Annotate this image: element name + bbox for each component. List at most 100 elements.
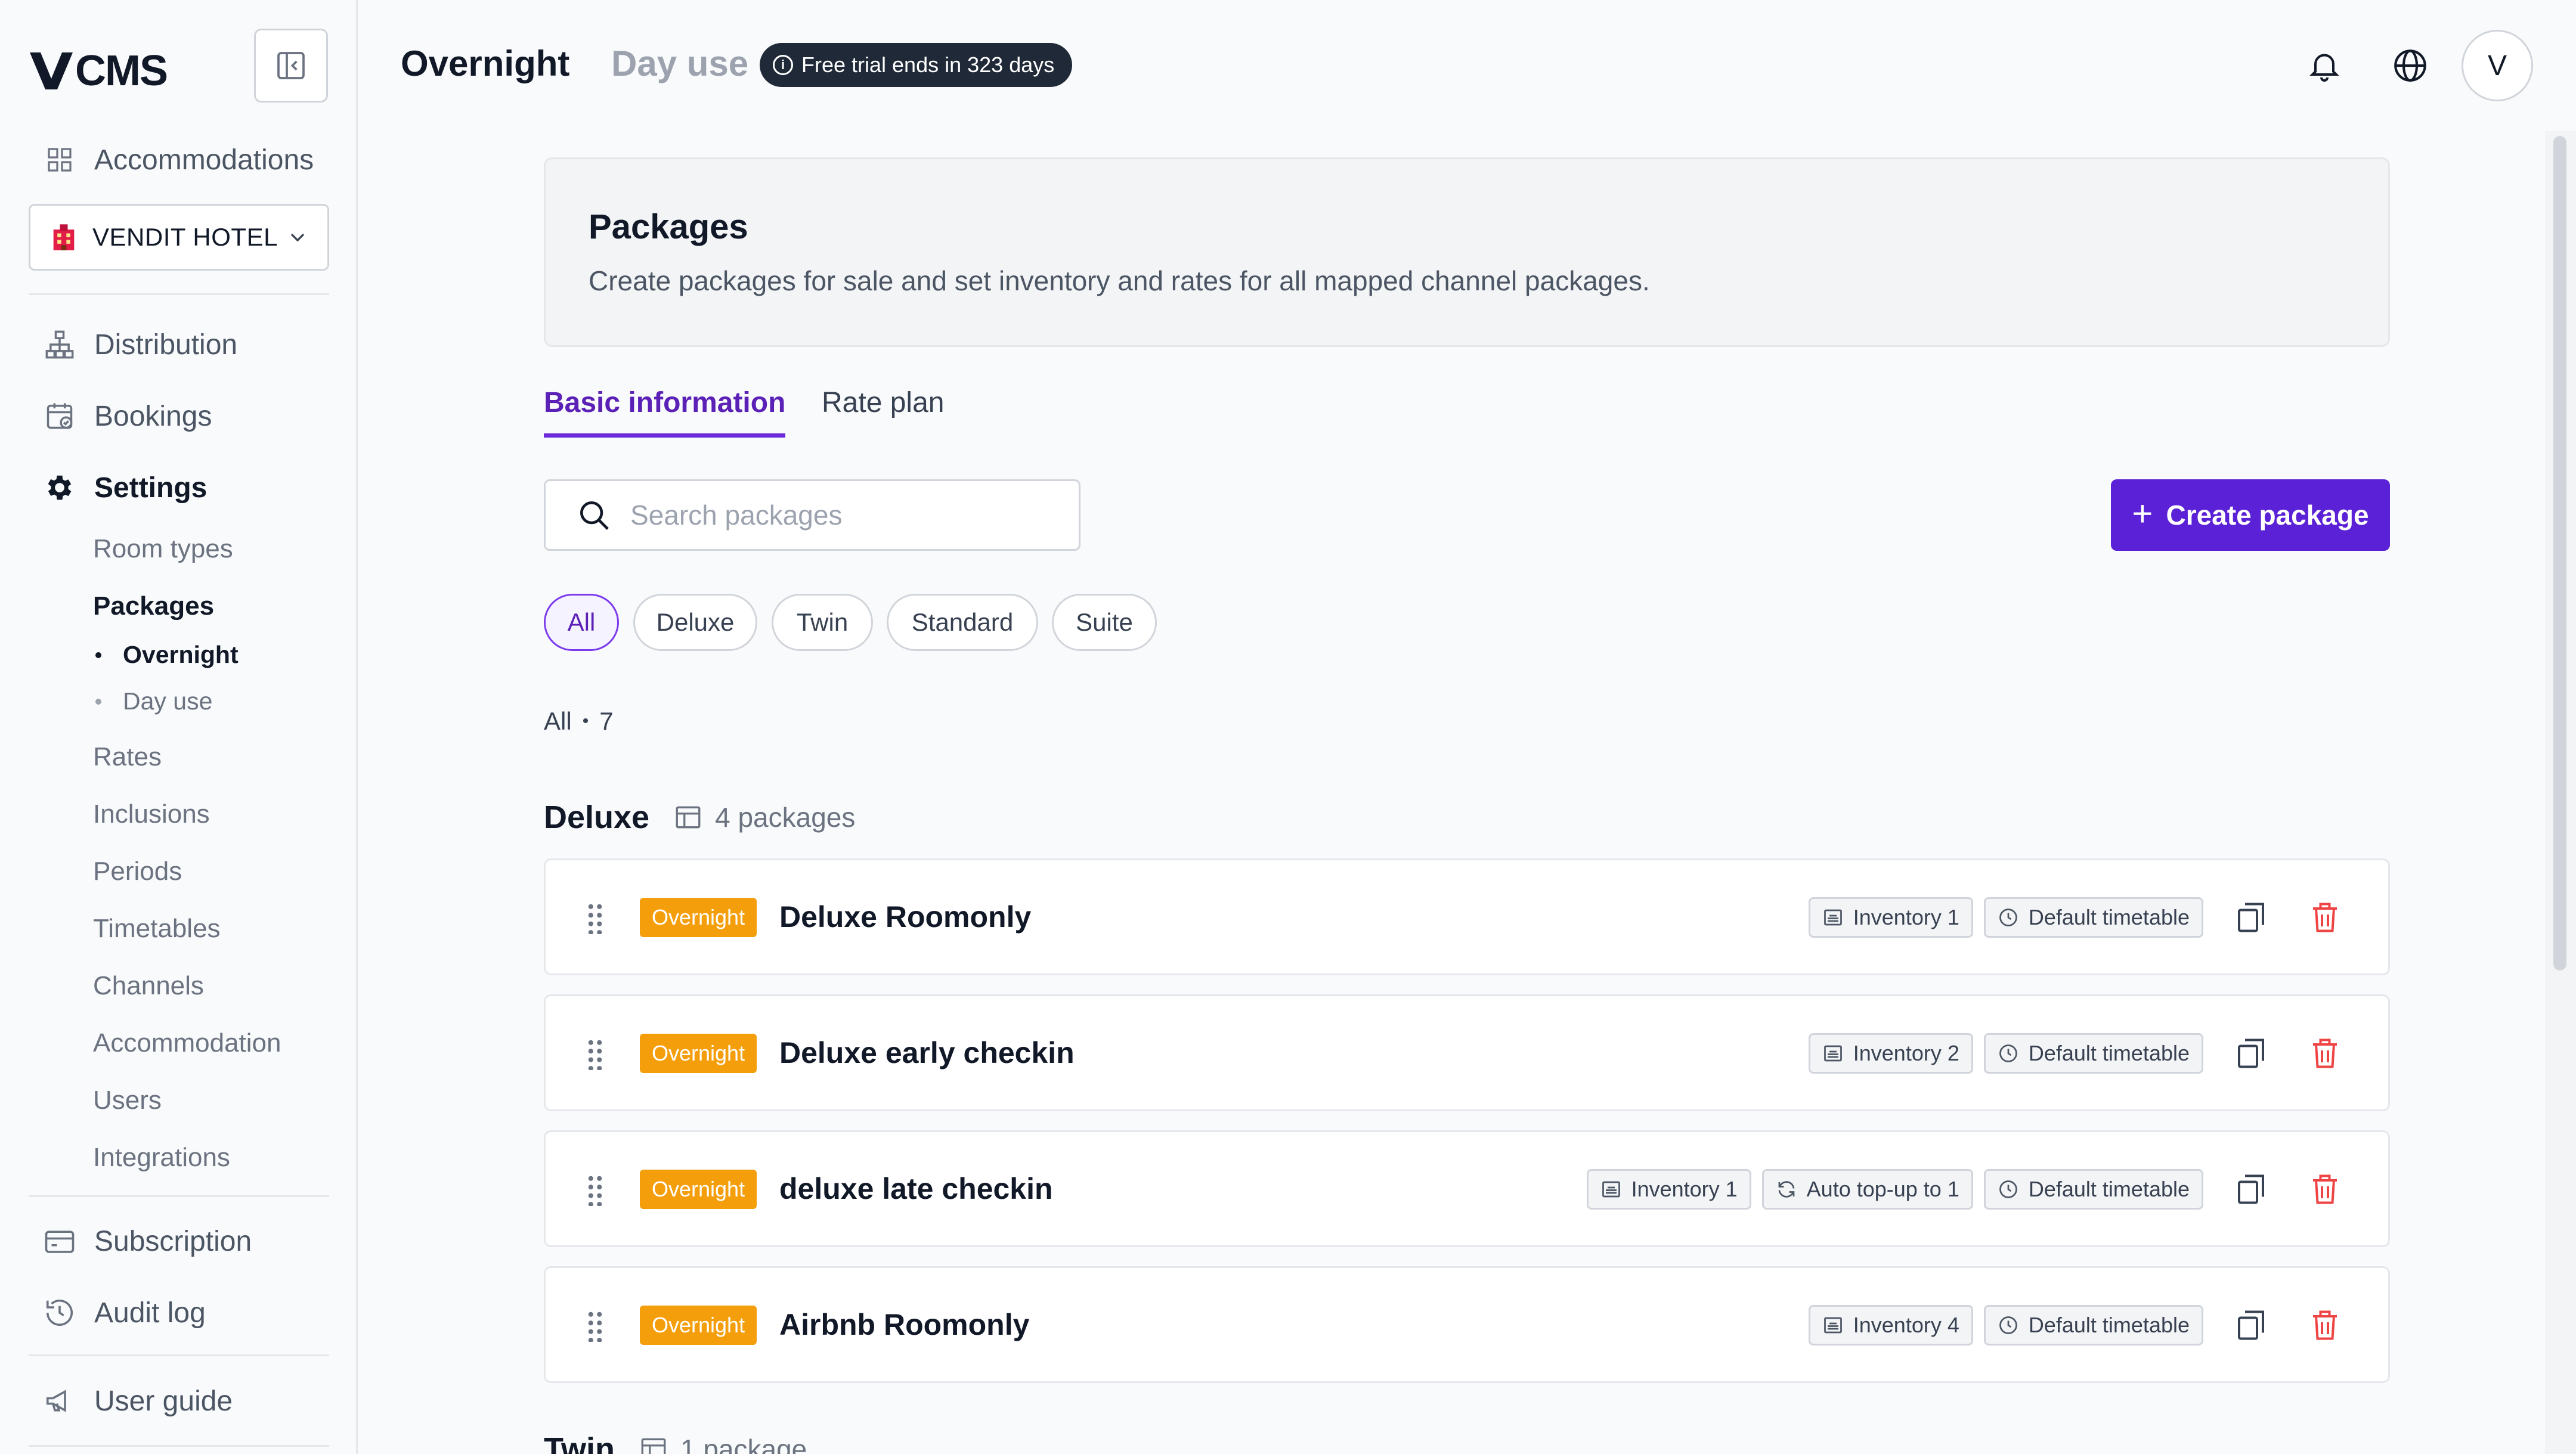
- gear-icon: [42, 470, 78, 506]
- tab-rate-plan[interactable]: Rate plan: [822, 386, 944, 419]
- settings-room-types[interactable]: Room types: [93, 534, 233, 564]
- copy-icon[interactable]: [2233, 1171, 2269, 1207]
- nav-user-guide-label: User guide: [94, 1385, 233, 1417]
- app-logo[interactable]: CMS: [30, 46, 168, 95]
- package-row[interactable]: Overnight deluxe late checkin Inventory …: [544, 1130, 2390, 1247]
- sidebar-divider: [29, 1195, 329, 1197]
- nav-accommodations-label: Accommodations: [94, 144, 314, 176]
- avatar[interactable]: V: [2462, 30, 2533, 101]
- packages-overnight-label: Overnight: [123, 641, 239, 668]
- settings-periods[interactable]: Periods: [93, 857, 182, 886]
- tab-basic-information[interactable]: Basic information: [544, 386, 786, 438]
- package-row[interactable]: Overnight Deluxe early checkin Inventory…: [544, 994, 2390, 1111]
- notifications-button[interactable]: [2301, 42, 2348, 89]
- copy-icon[interactable]: [2233, 1036, 2269, 1071]
- inventory-tag: Inventory 1: [1808, 897, 1973, 938]
- settings-users[interactable]: Users: [93, 1086, 162, 1115]
- timetable-tag: Default timetable: [1983, 897, 2203, 938]
- type-badge: Overnight: [640, 1170, 757, 1209]
- packages-day-use[interactable]: Day use: [95, 687, 212, 715]
- credit-card-icon: [42, 1223, 78, 1259]
- scrollbar-thumb[interactable]: [2553, 136, 2566, 971]
- bullet: [95, 652, 101, 658]
- language-button[interactable]: [2386, 42, 2434, 89]
- trash-icon[interactable]: [2307, 1171, 2343, 1207]
- trial-badge-text: Free trial ends in 323 days: [801, 52, 1055, 77]
- nav-user-guide[interactable]: User guide: [42, 1383, 233, 1419]
- count-value: 7: [599, 707, 614, 735]
- package-tags: Inventory 1 Auto top-up to 1 Default tim…: [1586, 1169, 2203, 1210]
- bed-icon: [1823, 1317, 1842, 1334]
- auto-topup-tag-label: Auto top-up to 1: [1806, 1177, 1959, 1201]
- packages-overnight[interactable]: Overnight: [95, 641, 239, 669]
- group-header-twin: Twin 1 package: [544, 1431, 807, 1454]
- settings-integrations[interactable]: Integrations: [93, 1143, 230, 1173]
- header-tab-day-use[interactable]: Day use: [611, 43, 748, 84]
- collapse-sidebar-button[interactable]: [254, 29, 328, 103]
- clock-icon: [1999, 1180, 2017, 1198]
- type-badge: Overnight: [640, 1306, 757, 1345]
- filter-chip-standard[interactable]: Standard: [887, 594, 1038, 651]
- settings-timetables[interactable]: Timetables: [93, 914, 221, 944]
- timetable-tag-label: Default timetable: [2028, 1177, 2190, 1201]
- page-description: Create packages for sale and set invento…: [589, 265, 1650, 296]
- drag-handle-icon[interactable]: [586, 903, 604, 934]
- bed-icon: [1823, 909, 1842, 926]
- logo-text: CMS: [75, 47, 168, 95]
- hotel-select[interactable]: VENDIT HOTEL: [29, 204, 329, 271]
- sidebar-collapse-icon: [277, 52, 305, 79]
- group-header-deluxe: Deluxe 4 packages: [544, 799, 855, 836]
- nav-audit-log[interactable]: Audit log: [42, 1295, 206, 1331]
- package-row[interactable]: Overnight Deluxe Roomonly Inventory 1 De…: [544, 858, 2390, 975]
- calendar-check-icon: [42, 398, 78, 434]
- nav-settings-label: Settings: [94, 472, 208, 504]
- copy-icon[interactable]: [2233, 900, 2269, 935]
- count-separator: •: [582, 711, 589, 731]
- settings-channels[interactable]: Channels: [93, 971, 204, 1001]
- filter-chip-deluxe[interactable]: Deluxe: [633, 594, 757, 651]
- inventory-tag: Inventory 4: [1808, 1305, 1973, 1346]
- settings-packages[interactable]: Packages: [93, 591, 214, 621]
- drag-handle-icon[interactable]: [586, 1311, 604, 1342]
- count-label: All: [544, 707, 572, 735]
- create-package-button[interactable]: + Create package: [2111, 479, 2390, 551]
- copy-icon[interactable]: [2233, 1307, 2269, 1343]
- trash-icon[interactable]: [2307, 900, 2343, 935]
- packages-day-use-label: Day use: [123, 687, 213, 715]
- settings-rates[interactable]: Rates: [93, 742, 162, 772]
- search-input[interactable]: Search packages: [544, 479, 1080, 551]
- filter-chip-suite[interactable]: Suite: [1052, 594, 1157, 651]
- package-row[interactable]: Overnight Airbnb Roomonly Inventory 4 De…: [544, 1266, 2390, 1383]
- globe-icon: [2394, 49, 2426, 82]
- settings-inclusions[interactable]: Inclusions: [93, 799, 210, 829]
- timetable-tag: Default timetable: [1983, 1169, 2203, 1210]
- nav-distribution-label: Distribution: [94, 328, 238, 361]
- refresh-icon: [1778, 1181, 1795, 1198]
- packages-intro-panel: Packages Create packages for sale and se…: [544, 157, 2390, 347]
- bed-icon: [1823, 1045, 1842, 1062]
- trash-icon[interactable]: [2307, 1307, 2343, 1343]
- clock-icon: [1999, 909, 2017, 926]
- nav-distribution[interactable]: Distribution: [42, 327, 237, 362]
- clock-icon: [1999, 1044, 2017, 1062]
- timetable-tag-label: Default timetable: [2028, 905, 2190, 929]
- drag-handle-icon[interactable]: [586, 1039, 604, 1070]
- group-name: Twin: [544, 1431, 615, 1454]
- trash-icon[interactable]: [2307, 1036, 2343, 1071]
- nav-settings[interactable]: Settings: [42, 470, 207, 506]
- settings-accommodation[interactable]: Accommodation: [93, 1028, 281, 1058]
- drag-handle-icon[interactable]: [586, 1175, 604, 1206]
- search-icon: [580, 501, 609, 530]
- plus-icon: +: [2132, 493, 2153, 534]
- create-package-label: Create package: [2166, 500, 2369, 531]
- auto-topup-tag: Auto top-up to 1: [1761, 1169, 1973, 1210]
- nav-bookings[interactable]: Bookings: [42, 398, 212, 434]
- filter-chip-twin[interactable]: Twin: [772, 594, 873, 651]
- nav-accommodations[interactable]: Accommodations: [42, 142, 314, 178]
- nav-subscription[interactable]: Subscription: [42, 1223, 252, 1259]
- filter-chip-all[interactable]: All: [544, 594, 619, 651]
- group-name: Deluxe: [544, 799, 650, 835]
- header-tab-overnight[interactable]: Overnight: [401, 43, 569, 84]
- sidebar-divider: [29, 1354, 329, 1356]
- type-badge: Overnight: [640, 898, 757, 937]
